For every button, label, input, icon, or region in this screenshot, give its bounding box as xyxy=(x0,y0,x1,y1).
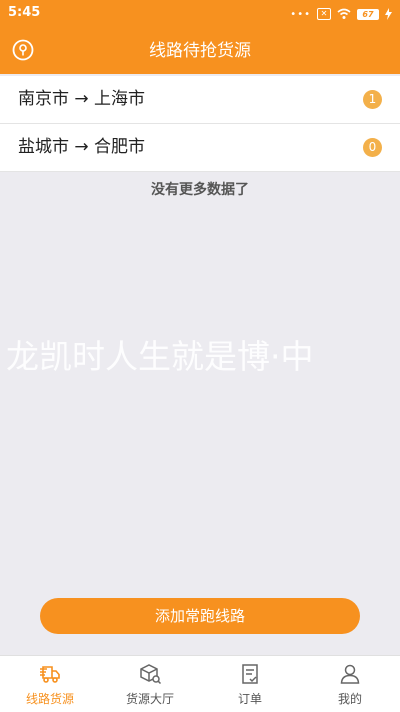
watermark-text: 龙凯时人生就是博·中 xyxy=(6,337,314,376)
battery-icon: 67 xyxy=(357,8,379,20)
order-document-icon xyxy=(242,664,258,684)
add-route-button[interactable]: 添加常跑线路 xyxy=(40,598,360,634)
truck-route-icon xyxy=(40,666,60,683)
no-more-data-text: 没有更多数据了 xyxy=(151,182,249,198)
app-bar: 线路待抢货源 xyxy=(0,28,400,74)
user-icon xyxy=(340,664,360,684)
no-sim-icon: ✕ xyxy=(317,8,331,20)
nav-label: 我的 xyxy=(337,692,362,706)
cargo-count-badge: 1 xyxy=(363,90,382,109)
status-bar: 5:45 ••• ✕ 67 xyxy=(0,0,400,28)
route-row[interactable]: 南京市 → 上海市 1 xyxy=(0,76,400,124)
more-dots-icon: ••• xyxy=(290,8,311,20)
nav-item-route-cargo[interactable]: 线路货源 xyxy=(0,656,100,712)
route-row[interactable]: 盐城市 → 合肥市 0 xyxy=(0,124,400,172)
route-label: 盐城市 → 合肥市 xyxy=(18,137,146,157)
nav-item-cargo-hall[interactable]: 货源大厅 xyxy=(100,656,200,712)
charging-icon xyxy=(385,8,392,20)
cargo-count-badge: 0 xyxy=(363,138,382,157)
nav-label: 货源大厅 xyxy=(125,692,174,706)
package-search-icon xyxy=(140,664,162,685)
page-title: 线路待抢货源 xyxy=(149,41,251,61)
wifi-icon xyxy=(337,8,351,19)
status-icons: ••• ✕ 67 xyxy=(290,7,392,21)
bottom-nav: 线路货源 货源大厅 订单 我的 xyxy=(0,655,400,712)
nav-item-orders[interactable]: 订单 xyxy=(200,656,300,712)
route-label: 南京市 → 上海市 xyxy=(18,89,146,109)
nav-item-profile[interactable]: 我的 xyxy=(300,656,400,712)
nav-label: 线路货源 xyxy=(25,692,74,706)
nav-label: 订单 xyxy=(237,692,262,706)
status-time: 5:45 xyxy=(8,5,41,20)
